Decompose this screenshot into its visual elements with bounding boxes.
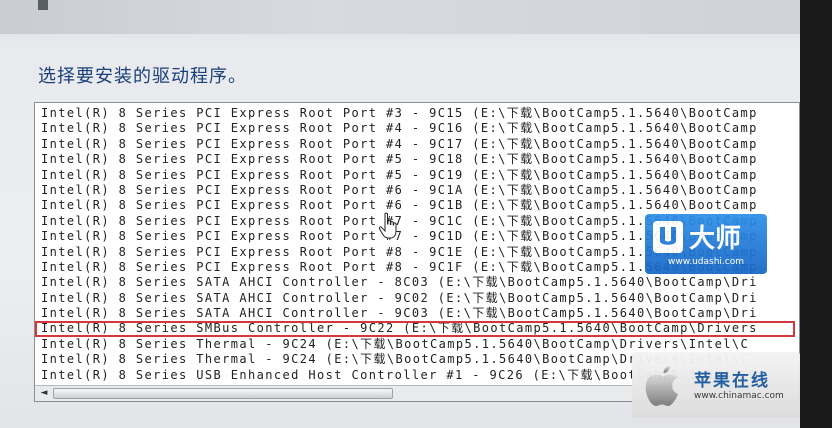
screen-bezel [800,0,832,428]
udashi-logo-icon: 大师 [653,221,741,254]
driver-row[interactable]: Intel(R) 8 Series SATA AHCI Controller -… [35,275,795,290]
scroll-left-arrow-icon[interactable]: ◄ [37,387,51,400]
driver-row[interactable]: Intel(R) 8 Series SATA AHCI Controller -… [35,291,795,306]
udashi-logo-text: 大师 [689,224,741,254]
driver-row[interactable]: Intel(R) 8 Series PCI Express Root Port … [35,198,795,213]
driver-row[interactable]: Intel(R) 8 Series PCI Express Root Port … [35,121,795,136]
driver-row[interactable]: Intel(R) 8 Series PCI Express Root Port … [35,152,795,167]
page-heading: 选择要安装的驱动程序。 [38,66,247,87]
chinamac-watermark: 苹果在线 www.chinamac.com [632,352,800,418]
driver-row-selected[interactable]: Intel(R) 8 Series SMBus Controller - 9C2… [35,321,795,337]
top-bar-mark [38,0,48,10]
chinamac-url: www.chinamac.com [694,391,784,401]
driver-row[interactable]: Intel(R) 8 Series SATA AHCI Controller -… [35,306,795,321]
scrollbar-thumb[interactable] [53,388,393,399]
hand-pointer-icon [378,212,397,239]
driver-row[interactable]: Intel(R) 8 Series PCI Express Root Port … [35,137,795,152]
udashi-url: www.udashi.com [667,257,745,267]
driver-row[interactable]: Intel(R) 8 Series PCI Express Root Port … [35,183,795,198]
driver-row[interactable]: Intel(R) 8 Series PCI Express Root Port … [35,106,795,121]
driver-row[interactable]: Intel(R) 8 Series Thermal - 9C24 (E:\下载\… [35,337,795,352]
apple-logo-icon [645,366,678,406]
driver-row[interactable]: Intel(R) 8 Series PCI Express Root Port … [35,168,795,183]
udashi-watermark: 大师 www.udashi.com [645,214,767,274]
chinamac-name: 苹果在线 [694,371,770,391]
window-top-bar [0,0,800,34]
